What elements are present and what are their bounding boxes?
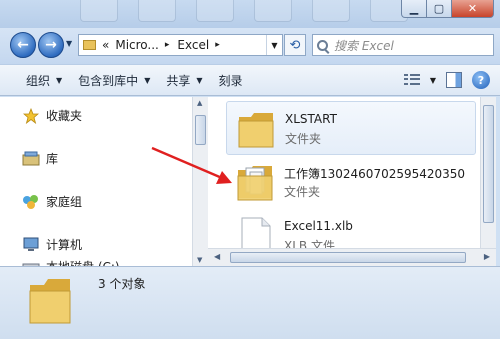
organize-menu[interactable]: 组织 ▼ (18, 72, 70, 89)
command-bar: 组织 ▼ 包含到库中 ▼ 共享 ▼ 刻录 ▼ ? (0, 64, 500, 96)
computer-icon (22, 237, 40, 253)
chevron-down-icon: ▼ (196, 75, 203, 85)
drive-icon (22, 259, 40, 266)
nav-item-computer[interactable]: 计算机 (22, 236, 82, 253)
help-icon[interactable]: ? (472, 71, 490, 89)
list-item[interactable]: 工作簿1302460702595420350 文件夹 (226, 155, 476, 209)
document-icon (241, 217, 271, 248)
burn-button[interactable]: 刻录 (211, 72, 251, 89)
scroll-thumb[interactable] (483, 105, 494, 223)
nav-item-favorites[interactable]: 收藏夹 (22, 107, 82, 124)
search-placeholder: 搜索 Excel (334, 38, 394, 53)
folder-icon (237, 166, 273, 201)
folder-icon (238, 113, 274, 148)
breadcrumb-separator[interactable]: ▸ (215, 40, 220, 50)
include-in-library-menu[interactable]: 包含到库中 ▼ (70, 72, 158, 89)
star-icon (22, 107, 40, 124)
address-bar[interactable]: « Micro... ▸ Excel ▸ ▼ (78, 34, 283, 56)
list-item[interactable]: XLSTART 文件夹 (226, 101, 476, 155)
breadcrumb-segment-1[interactable]: Micro... (115, 38, 159, 52)
details-pane: 3 个对象 (0, 266, 500, 339)
file-list: XLSTART 文件夹 工作簿1302460702595420350 文件夹 E… (208, 97, 480, 248)
nav-item-local-disk[interactable]: 本地磁盘 (C:) (22, 258, 120, 266)
chevron-down-icon: ▼ (56, 75, 63, 85)
title-bar: ▁ ▢ ✕ (0, 0, 500, 28)
change-view-icon[interactable] (403, 74, 420, 86)
maximize-button[interactable]: ▢ (427, 0, 452, 18)
address-row: ← → ▼ « Micro... ▸ Excel ▸ ▼ ⟲ 搜索 Excel (0, 28, 500, 64)
search-input[interactable]: 搜索 Excel (312, 34, 494, 56)
address-overflow[interactable]: « (102, 38, 109, 52)
navigation-scrollbar[interactable]: ▲ ▼ (192, 97, 208, 266)
library-icon (22, 151, 40, 167)
chevron-down-icon: ▼ (144, 75, 151, 85)
close-button[interactable]: ✕ (452, 0, 494, 18)
minimize-button[interactable]: ▁ (401, 0, 427, 18)
preview-pane-icon[interactable] (446, 72, 462, 88)
recent-pages-chevron-down-icon[interactable]: ▼ (66, 39, 72, 48)
search-icon (317, 39, 328, 51)
list-item[interactable]: Excel11.xlb XLB 文件 (226, 209, 476, 248)
background-window-ghost (80, 0, 408, 24)
address-dropdown-chevron-down-icon[interactable]: ▼ (266, 35, 282, 55)
window-controls: ▁ ▢ ✕ (401, 0, 494, 18)
back-button[interactable]: ← (10, 32, 36, 58)
nav-item-homegroup[interactable]: 家庭组 (22, 193, 82, 210)
file-list-horizontal-scrollbar[interactable]: ◀ ▶ (208, 248, 496, 266)
share-menu[interactable]: 共享 ▼ (158, 72, 210, 89)
refresh-button[interactable]: ⟲ (284, 34, 306, 56)
scroll-thumb[interactable] (230, 252, 466, 263)
view-options-chevron-down-icon[interactable]: ▼ (430, 76, 436, 85)
breadcrumb-segment-2[interactable]: Excel (177, 38, 209, 52)
scroll-thumb[interactable] (195, 115, 206, 145)
forward-button[interactable]: → (38, 32, 64, 58)
refresh-icon: ⟲ (289, 37, 301, 53)
file-list-vertical-scrollbar[interactable] (480, 97, 496, 248)
nav-item-libraries[interactable]: 库 (22, 150, 58, 167)
folder-icon (83, 40, 96, 50)
folder-icon (29, 279, 71, 324)
navigation-pane: 收藏夹 库 家庭组 计算机 本地磁盘 (C:) (0, 97, 192, 266)
item-count: 3 个对象 (98, 277, 146, 291)
breadcrumb-separator[interactable]: ▸ (165, 40, 170, 50)
homegroup-icon (22, 194, 40, 210)
